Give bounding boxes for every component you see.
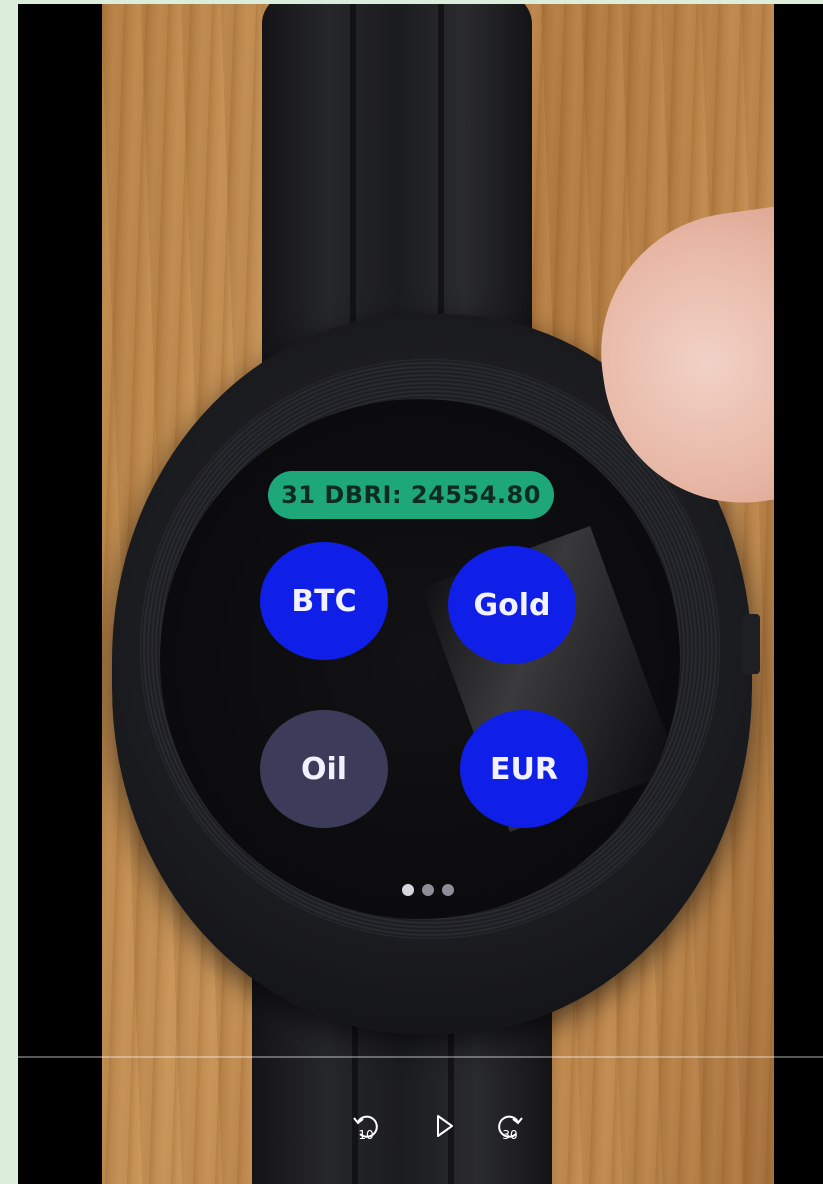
page-dot-1 <box>402 884 414 896</box>
video-player[interactable]: 31 DBRI: 24554.80 BTC Gold Oil EUR 10 30 <box>18 4 823 1184</box>
rewind-seconds-label: 10 <box>358 1128 374 1142</box>
page-background: 31 DBRI: 24554.80 BTC Gold Oil EUR 10 30 <box>0 0 823 1184</box>
video-frame[interactable]: 31 DBRI: 24554.80 BTC Gold Oil EUR <box>102 4 774 1184</box>
page-indicator <box>402 884 454 896</box>
page-dot-2 <box>422 884 434 896</box>
oil-button[interactable]: Oil <box>260 710 388 828</box>
progress-bar[interactable] <box>18 1056 823 1058</box>
eur-button[interactable]: EUR <box>460 710 588 828</box>
play-icon <box>437 1115 453 1137</box>
rewind-button[interactable]: 10 <box>344 1104 388 1148</box>
forward-seconds-label: 30 <box>502 1128 518 1142</box>
play-button[interactable] <box>422 1104 466 1148</box>
forward-button[interactable]: 30 <box>488 1104 532 1148</box>
page-dot-3 <box>442 884 454 896</box>
btc-button[interactable]: BTC <box>260 542 388 660</box>
watch-crown <box>742 614 760 674</box>
playback-controls: 10 30 <box>18 1104 823 1164</box>
index-value-badge: 31 DBRI: 24554.80 <box>268 471 554 519</box>
gold-button[interactable]: Gold <box>448 546 576 664</box>
